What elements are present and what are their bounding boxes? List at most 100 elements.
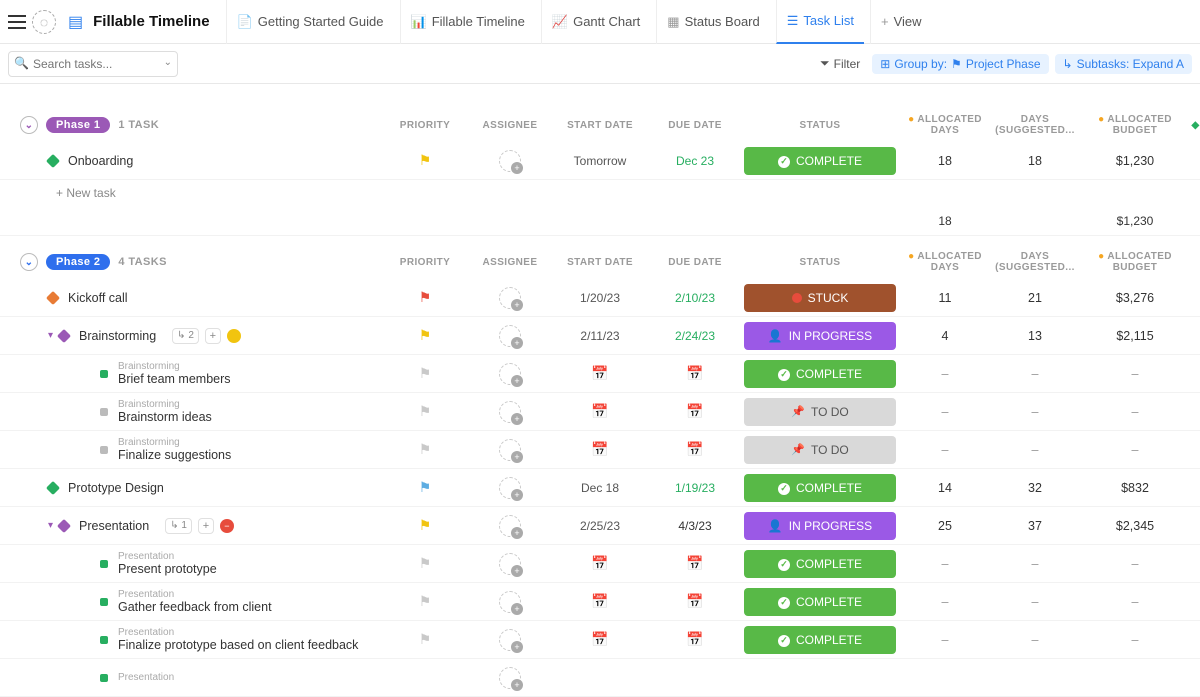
status-text: COMPLETE <box>796 481 862 495</box>
filter-button[interactable]: ⏷ Filter <box>814 52 866 75</box>
due-date-empty[interactable]: 📅 <box>650 631 740 648</box>
status-badge[interactable]: STUCK <box>744 284 896 312</box>
assignee-avatar[interactable] <box>499 150 521 172</box>
groupby-chip[interactable]: ⊞ Group by: ⚑ Project Phase <box>872 54 1048 74</box>
tab-getting-started[interactable]: 📄 Getting Started Guide <box>226 0 394 44</box>
assignee-avatar[interactable] <box>499 553 521 575</box>
start-date-empty[interactable]: 📅 <box>550 441 650 458</box>
status-text: TO DO <box>811 443 849 457</box>
start-date-empty[interactable]: 📅 <box>550 403 650 420</box>
add-subtask-button[interactable]: + <box>205 328 221 344</box>
due-date-empty[interactable]: 📅 <box>650 593 740 610</box>
search-input[interactable] <box>8 51 178 77</box>
start-date[interactable]: 2/25/23 <box>550 519 650 533</box>
assignee-avatar[interactable] <box>499 439 521 461</box>
collapse-toggle[interactable]: ⌄ <box>20 116 38 134</box>
status-badge[interactable]: 👤IN PROGRESS <box>744 322 896 350</box>
subtask-row[interactable]: PresentationFinalize prototype based on … <box>0 621 1200 659</box>
add-subtask-button[interactable]: + <box>198 518 214 534</box>
priority-flag[interactable]: ⚑ <box>380 517 470 534</box>
due-date-empty[interactable]: 📅 <box>650 403 740 420</box>
assignee-avatar[interactable] <box>499 325 521 347</box>
new-task-button[interactable]: + New task <box>0 180 1200 206</box>
priority-flag[interactable]: ⚑ <box>380 593 470 610</box>
tab-fillable-timeline[interactable]: 📊 Fillable Timeline <box>400 0 535 44</box>
start-date-empty[interactable]: 📅 <box>550 555 650 572</box>
status-badge[interactable]: COMPLETE <box>744 588 896 616</box>
tab-label: Gantt Chart <box>573 14 640 29</box>
start-date-empty[interactable]: 📅 <box>550 631 650 648</box>
expand-icon[interactable]: ▾ <box>48 520 53 531</box>
priority-flag[interactable]: ⚑ <box>380 403 470 420</box>
subtask-row[interactable]: BrainstormingBrainstorm ideas ⚑ 📅 📅 📌TO … <box>0 393 1200 431</box>
subtask-row[interactable]: BrainstormingBrief team members ⚑ 📅 📅 CO… <box>0 355 1200 393</box>
status-badge[interactable]: 📌TO DO <box>744 398 896 426</box>
due-date[interactable]: Dec 23 <box>650 154 740 168</box>
subtask-row[interactable]: PresentationGather feedback from client … <box>0 583 1200 621</box>
assignee-avatar[interactable] <box>499 401 521 423</box>
priority-flag[interactable]: ⚑ <box>380 152 470 169</box>
assignee-avatar[interactable] <box>499 629 521 651</box>
status-badge[interactable]: COMPLETE <box>744 626 896 654</box>
subtasks-chip[interactable]: ↳ Subtasks: Expand A <box>1055 54 1192 74</box>
tab-status-board[interactable]: ▦ Status Board <box>656 0 769 44</box>
menu-icon[interactable] <box>8 15 26 29</box>
status-badge[interactable]: COMPLETE <box>744 360 896 388</box>
due-date[interactable]: 2/10/23 <box>650 291 740 305</box>
subtask-row[interactable]: Presentation ● <box>0 659 1200 697</box>
subtask-row[interactable]: PresentationPresent prototype ⚑ 📅 📅 COMP… <box>0 545 1200 583</box>
chevron-down-icon[interactable]: ⌄ <box>164 57 172 68</box>
due-date-empty[interactable]: 📅 <box>650 365 740 382</box>
phase-badge[interactable]: Phase 1 <box>46 117 110 133</box>
task-row[interactable]: Kickoff call ⚑ 1/20/23 2/10/23 STUCK 11 … <box>0 279 1200 317</box>
priority-flag[interactable]: ⚑ <box>380 555 470 572</box>
subtask-row[interactable]: BrainstormingFinalize suggestions ⚑ 📅 📅 … <box>0 431 1200 469</box>
status-badge[interactable]: COMPLETE <box>744 147 896 175</box>
start-date[interactable]: 1/20/23 <box>550 291 650 305</box>
task-row[interactable]: ▾ Brainstorming↳ 2+ ⚑ 2/11/23 2/24/23 👤I… <box>0 317 1200 355</box>
phase-badge[interactable]: Phase 2 <box>46 254 110 270</box>
check-icon <box>778 153 790 168</box>
assignee-avatar[interactable] <box>499 287 521 309</box>
priority-flag[interactable]: ⚑ <box>380 441 470 458</box>
subtask-count-chip[interactable]: ↳ 1 <box>165 518 192 534</box>
start-date-empty[interactable]: 📅 <box>550 365 650 382</box>
tab-gantt-chart[interactable]: 📈 Gantt Chart <box>541 0 650 44</box>
assignee-avatar[interactable] <box>499 477 521 499</box>
gantt-icon: 📈 <box>552 14 568 30</box>
cell-value: $1,100 <box>1190 519 1200 533</box>
status-badge[interactable]: 👤IN PROGRESS <box>744 512 896 540</box>
task-row[interactable]: Prototype Design ⚑ Dec 18 1/19/23 COMPLE… <box>0 469 1200 507</box>
task-row[interactable]: ▾ Presentation↳ 1+− ⚑ 2/25/23 4/3/23 👤IN… <box>0 507 1200 545</box>
start-date-empty[interactable]: 📅 <box>550 593 650 610</box>
due-date[interactable]: 2/24/23 <box>650 329 740 343</box>
expand-icon[interactable]: ▾ <box>48 330 53 341</box>
tab-add-view[interactable]: + View <box>870 0 932 44</box>
start-date[interactable]: Tomorrow <box>550 154 650 168</box>
assignee-avatar[interactable] <box>499 591 521 613</box>
assignee-avatar[interactable] <box>499 515 521 537</box>
tab-label: Task List <box>803 13 854 28</box>
priority-flag[interactable]: ⚑ <box>380 289 470 306</box>
task-row[interactable]: Onboarding ⚑ Tomorrow Dec 23 COMPLETE 18… <box>0 142 1200 180</box>
assignee-avatar[interactable] <box>499 363 521 385</box>
start-date[interactable]: 2/11/23 <box>550 329 650 343</box>
start-date[interactable]: Dec 18 <box>550 481 650 495</box>
priority-flag[interactable]: ⚑ <box>380 631 470 648</box>
due-date[interactable]: 1/19/23 <box>650 481 740 495</box>
status-badge[interactable]: 📌TO DO <box>744 436 896 464</box>
cell-value: – <box>1190 595 1200 609</box>
assignee-avatar[interactable] <box>499 667 521 689</box>
priority-flag[interactable]: ⚑ <box>380 327 470 344</box>
due-date-empty[interactable]: 📅 <box>650 555 740 572</box>
due-date-empty[interactable]: 📅 <box>650 441 740 458</box>
subtask-count-chip[interactable]: ↳ 2 <box>172 328 199 344</box>
status-badge[interactable]: COMPLETE <box>744 550 896 578</box>
priority-flag[interactable]: ⚑ <box>380 479 470 496</box>
status-badge[interactable]: COMPLETE <box>744 474 896 502</box>
due-date[interactable]: 4/3/23 <box>650 519 740 533</box>
priority-flag[interactable]: ⚑ <box>380 365 470 382</box>
parent-label: Presentation <box>118 589 272 600</box>
collapse-toggle[interactable]: ⌄ <box>20 253 38 271</box>
tab-task-list[interactable]: ☰ Task List <box>776 0 864 44</box>
